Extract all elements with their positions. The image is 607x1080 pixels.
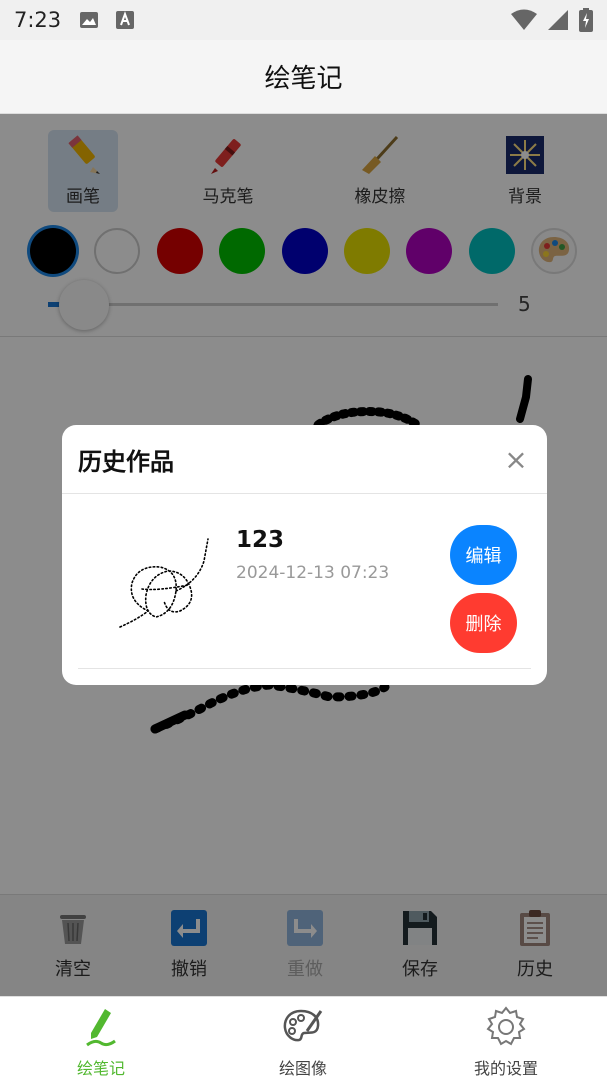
- nav-label: 我的设置: [473, 1059, 538, 1078]
- dialog-title: 历史作品: [78, 447, 174, 476]
- image-icon: [80, 12, 99, 28]
- item-date: 2024-12-13 07:23: [236, 563, 390, 583]
- status-time: 7:23: [14, 8, 62, 32]
- history-dialog: 历史作品 × 123 2024-12-13 07:23 编辑 删除: [62, 425, 547, 685]
- edit-button[interactable]: 编辑: [450, 525, 517, 585]
- nav-label: 绘图像: [278, 1059, 327, 1078]
- palette-icon: [283, 1009, 323, 1042]
- app-header: 绘笔记: [0, 40, 607, 114]
- signal-icon: [548, 10, 568, 30]
- battery-icon: [579, 8, 593, 32]
- font-a-icon: [116, 11, 135, 29]
- nav-label: 绘笔记: [76, 1059, 125, 1078]
- nav-item-draw-notes[interactable]: 绘笔记: [41, 1005, 161, 1079]
- drawing-thumbnail[interactable]: [118, 531, 228, 631]
- history-item[interactable]: 123 2024-12-13 07:23 编辑 删除: [78, 505, 531, 669]
- nav-item-settings[interactable]: 我的设置: [446, 1005, 566, 1079]
- pen-icon: [86, 1009, 116, 1047]
- bottom-nav: 绘笔记 绘图像 我的设置: [0, 996, 607, 1080]
- dialog-header: 历史作品 ×: [62, 425, 547, 494]
- delete-button[interactable]: 删除: [450, 593, 517, 653]
- gear-icon: [486, 1006, 526, 1046]
- wifi-icon: [511, 9, 537, 30]
- page-title: 绘笔记: [264, 64, 343, 94]
- close-icon[interactable]: ×: [501, 443, 531, 476]
- status-bar: 7:23: [0, 0, 607, 40]
- item-name: 123: [236, 527, 285, 553]
- nav-item-draw-image[interactable]: 绘图像: [243, 1005, 363, 1079]
